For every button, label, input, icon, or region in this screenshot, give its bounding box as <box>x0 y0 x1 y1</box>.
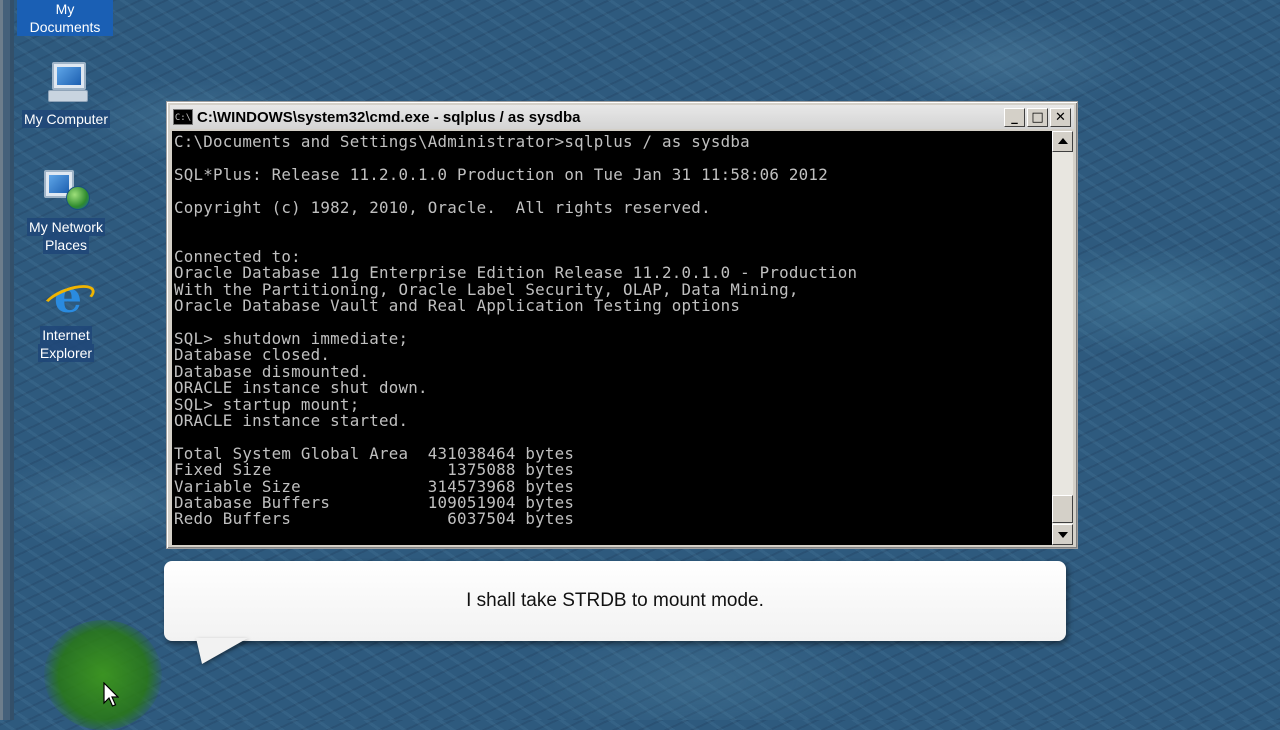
minimize-button[interactable]: _ <box>1004 107 1025 127</box>
scroll-thumb[interactable] <box>1052 495 1073 523</box>
cmd-window-title: C:\WINDOWS\system32\cmd.exe - sqlplus / … <box>197 108 581 126</box>
callout-text: I shall take STRDB to mount mode. <box>466 590 764 611</box>
internet-explorer-label-line2: Explorer <box>37 344 95 362</box>
cmd-app-icon[interactable]: C:\ <box>173 109 193 125</box>
internet-explorer-icon: e <box>39 274 99 322</box>
my-documents-label: My Documents <box>17 0 113 36</box>
maximize-button[interactable]: □ <box>1027 107 1048 127</box>
vertical-scrollbar[interactable] <box>1052 131 1073 545</box>
cmd-window-titlebar[interactable]: C:\ C:\WINDOWS\system32\cmd.exe - sqlplu… <box>170 105 1074 129</box>
internet-explorer-label-line1: Internet <box>40 326 92 344</box>
scroll-down-button[interactable] <box>1052 524 1073 545</box>
scroll-up-button[interactable] <box>1052 131 1073 152</box>
network-places-icon <box>42 166 90 214</box>
my-network-places-label-line2: Places <box>42 236 90 254</box>
tutorial-callout: I shall take STRDB to mount mode. <box>164 561 1066 641</box>
console-output[interactable]: C:\Documents and Settings\Administrator>… <box>172 131 1052 545</box>
callout-tail <box>196 638 248 664</box>
close-button[interactable]: ✕ <box>1050 107 1071 127</box>
desktop-icon-my-network-places[interactable]: My Network Places <box>18 166 114 254</box>
click-highlight <box>44 620 162 730</box>
my-network-places-label-line1: My Network <box>27 218 105 236</box>
my-computer-label: My Computer <box>21 110 111 128</box>
cmd-window[interactable]: C:\ C:\WINDOWS\system32\cmd.exe - sqlplu… <box>166 101 1078 549</box>
desktop-icon-my-computer[interactable]: My Computer <box>18 58 114 128</box>
computer-icon <box>42 58 90 106</box>
desktop-icon-internet-explorer[interactable]: e Internet Explorer <box>18 274 114 362</box>
desktop-icon-my-documents[interactable]: My Documents <box>17 0 113 36</box>
desktop-edge <box>0 0 14 720</box>
console-text: C:\Documents and Settings\Administrator>… <box>174 132 858 529</box>
